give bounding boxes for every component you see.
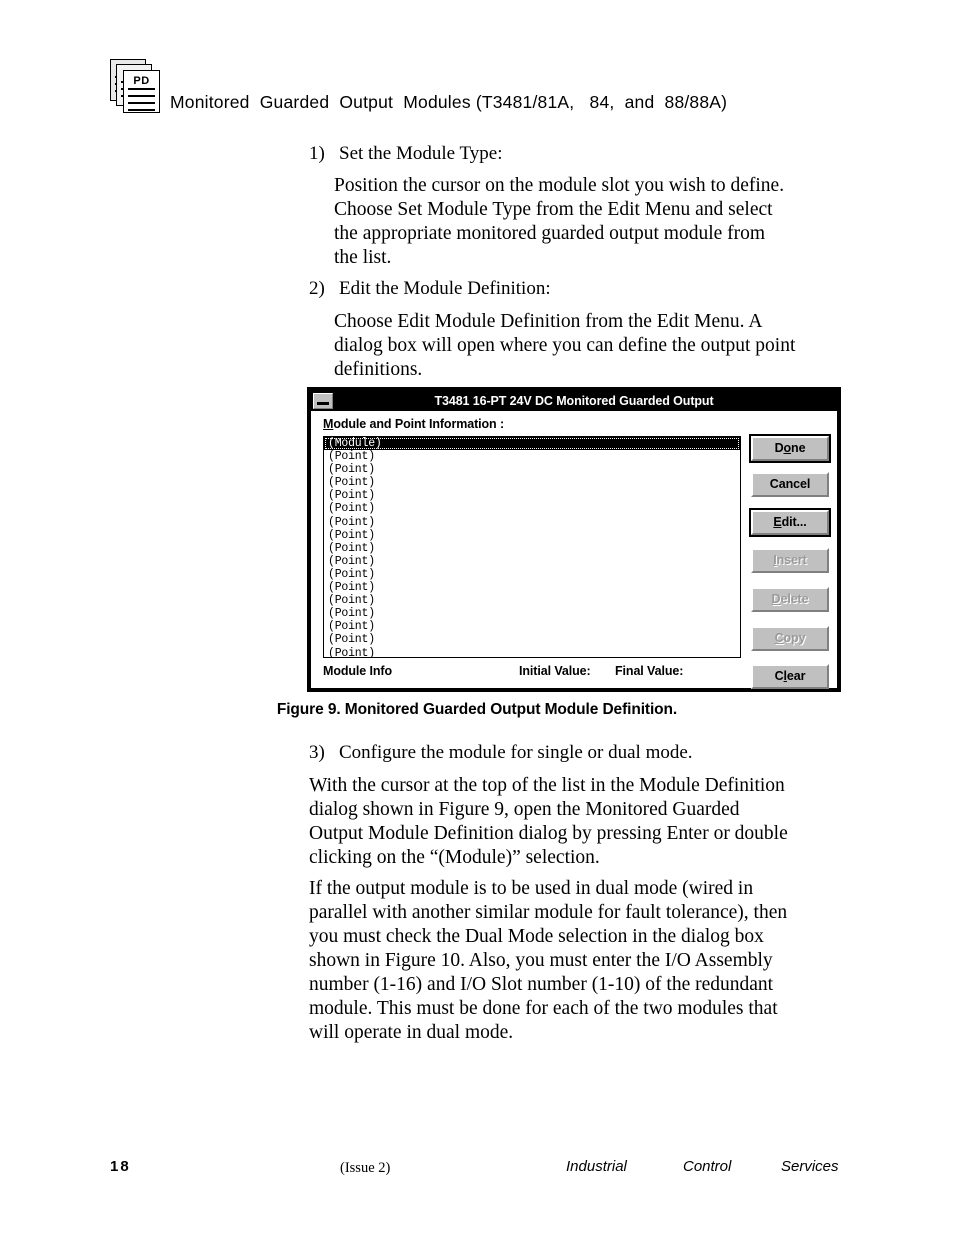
module-point-information-label: Module and Point Information : — [323, 417, 504, 431]
delete-button: Delete — [751, 587, 829, 612]
module-point-listbox[interactable]: (Module) (Point) (Point) (Point) (Point)… — [323, 436, 741, 658]
module-definition-dialog: T3481 16-PT 24V DC Monitored Guarded Out… — [307, 387, 841, 692]
issue-label: (Issue 2) — [340, 1160, 391, 1176]
list-item[interactable]: (Point) — [324, 450, 740, 463]
mnemonic-letter: C — [774, 631, 784, 645]
figure-caption: Figure 9. Monitored Guarded Output Modul… — [276, 701, 678, 718]
step-1-title: Set the Module Type: — [339, 143, 503, 164]
page-number: 18 — [110, 1158, 131, 1175]
mnemonic-letter: M — [323, 417, 334, 431]
btn-post: ear — [786, 669, 806, 683]
step-2-body-line: dialog box will open where you can defin… — [334, 335, 796, 356]
paragraph-line: If the output module is to be used in du… — [309, 878, 754, 899]
step-1-body: Position the cursor on the module slot y… — [334, 174, 874, 270]
done-button[interactable]: Done — [751, 436, 829, 461]
dialog-body: Module and Point Information : (Module) … — [311, 411, 837, 689]
paragraph-line: shown in Figure 10. Also, you must enter… — [309, 950, 773, 971]
btn-pre: Cancel — [769, 477, 811, 491]
insert-button: Insert — [751, 548, 829, 573]
list-item[interactable]: (Point) — [324, 594, 740, 607]
paragraph-dual-mode: If the output module is to be used in du… — [309, 877, 869, 1045]
btn-pre: C — [774, 669, 784, 683]
list-item[interactable]: (Module) — [324, 437, 740, 451]
btn-post: ne — [791, 441, 806, 455]
figure-9: T3481 16-PT 24V DC Monitored Guarded Out… — [277, 387, 841, 718]
step-2-body-line: definitions. — [334, 359, 423, 380]
step-2-body: Choose Edit Module Definition from the E… — [334, 310, 874, 382]
clear-button[interactable]: Clear — [751, 664, 829, 689]
list-item[interactable]: (Point) — [324, 620, 740, 633]
brand-word-control: Control — [683, 1158, 732, 1175]
page-header: PD Monitored Guarded Output Modules (T34… — [0, 0, 954, 125]
dialog-titlebar: T3481 16-PT 24V DC Monitored Guarded Out… — [311, 391, 837, 411]
btn-post: elete — [780, 592, 809, 606]
brand-word-services: Services — [781, 1158, 839, 1175]
paragraph-line: clicking on the “(Module)” selection. — [309, 847, 600, 868]
dialog-button-column: Done Cancel Edit... Insert Delete Copy C… — [751, 436, 829, 689]
step-1-body-line: Choose Set Module Type from the Edit Men… — [334, 199, 773, 220]
paragraph-line: number (1-16) and I/O Slot number (1-10)… — [309, 974, 774, 995]
list-item[interactable]: (Point) — [324, 647, 740, 658]
dialog-statusbar: Module Info Initial Value: Final Value: — [323, 664, 743, 682]
copy-button: Copy — [751, 626, 829, 651]
document-stack-icon: PD — [110, 59, 162, 113]
cancel-button[interactable]: Cancel — [751, 472, 829, 497]
step-3-number: 3) — [309, 742, 325, 763]
list-item[interactable]: (Point) — [324, 502, 740, 515]
list-item[interactable]: (Point) — [324, 529, 740, 542]
mnemonic-letter: o — [783, 441, 792, 455]
paragraph-line: you must check the Dual Mode selection i… — [309, 926, 764, 947]
label-rest: odule and Point Information : — [333, 417, 505, 431]
btn-post: dit... — [781, 515, 807, 529]
list-item[interactable]: (Point) — [324, 633, 740, 646]
mnemonic-letter: E — [773, 515, 782, 529]
module-info-label: Module Info — [323, 664, 393, 678]
list-item[interactable]: (Point) — [324, 581, 740, 594]
step-3-title: Configure the module for single or dual … — [339, 742, 693, 763]
paragraph-line: parallel with another similar module for… — [309, 902, 788, 923]
list-item[interactable]: (Point) — [324, 516, 740, 529]
paragraph-line: dialog shown in Figure 9, open the Monit… — [309, 799, 740, 820]
list-item[interactable]: (Point) — [324, 568, 740, 581]
final-value-label: Final Value: — [615, 664, 684, 678]
paragraph-after-figure: With the cursor at the top of the list i… — [309, 774, 869, 870]
list-item[interactable]: (Point) — [324, 489, 740, 502]
initial-value-label: Initial Value: — [519, 664, 591, 678]
step-2-body-line: Choose Edit Module Definition from the E… — [334, 311, 763, 332]
step-1-number: 1) — [309, 143, 325, 164]
pd-icon-label: PD — [133, 75, 150, 87]
page-title: Monitored Guarded Output Modules (T3481/… — [170, 92, 728, 112]
edit-button[interactable]: Edit... — [751, 510, 829, 535]
btn-pre: D — [774, 441, 784, 455]
dialog-title: T3481 16-PT 24V DC Monitored Guarded Out… — [434, 394, 714, 408]
step-2-number: 2) — [309, 278, 325, 299]
brand-word-industrial: Industrial — [566, 1158, 627, 1175]
list-item[interactable]: (Point) — [324, 607, 740, 620]
paragraph-line: module. This must be done for each of th… — [309, 998, 778, 1019]
btn-post: opy — [783, 631, 806, 645]
btn-post: nsert — [776, 553, 807, 567]
page-footer: 18 (Issue 2) Industrial Control Services — [0, 1158, 954, 1188]
step-1-body-line: the list. — [334, 247, 392, 268]
list-item[interactable]: (Point) — [324, 555, 740, 568]
paragraph-line: will operate in dual mode. — [309, 1022, 514, 1043]
list-item[interactable]: (Point) — [324, 542, 740, 555]
step-1-body-line: Position the cursor on the module slot y… — [334, 175, 785, 196]
list-item[interactable]: (Point) — [324, 476, 740, 489]
list-item[interactable]: (Point) — [324, 463, 740, 476]
step-2-title: Edit the Module Definition: — [339, 278, 551, 299]
paragraph-line: With the cursor at the top of the list i… — [309, 775, 785, 796]
paragraph-line: Output Module Definition dialog by press… — [309, 823, 788, 844]
step-1-body-line: the appropriate monitored guarded output… — [334, 223, 766, 244]
